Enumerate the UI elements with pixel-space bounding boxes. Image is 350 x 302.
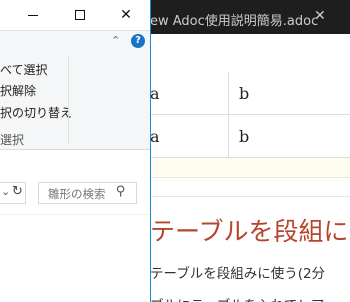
section-paragraph: テーブルを段組みに使う(2分: [150, 266, 326, 282]
search-placeholder: 雛形の検索: [48, 187, 106, 201]
ribbon-separator: [68, 56, 69, 144]
select-all-button[interactable]: べて選択: [0, 61, 48, 78]
table-column-divider: [228, 115, 229, 158]
chevron-down-icon[interactable]: ⌄: [1, 185, 10, 198]
section-heading: テーブルを段組に: [150, 217, 349, 246]
minimize-button[interactable]: [10, 0, 56, 30]
table-cell: b: [239, 84, 250, 103]
explorer-window: ✕ ⌃ ? べて選択 択解除 択の切り替え 選択 ⌄ ↻ 雛形の検索 ⚲: [0, 0, 151, 302]
explorer-title-bar: ✕: [0, 0, 150, 30]
maximize-icon: [75, 10, 85, 20]
refresh-icon[interactable]: ↻: [12, 184, 23, 199]
address-bar-area: [0, 151, 150, 302]
search-icon[interactable]: ⚲: [116, 184, 126, 199]
table-column-divider: [228, 72, 229, 115]
table-cell: b: [239, 127, 250, 146]
table-cell: a: [150, 84, 160, 103]
close-button[interactable]: ✕: [103, 0, 149, 30]
editor-tab-title[interactable]: ew Adoc使用説明簡易.adoc: [150, 10, 318, 29]
ribbon-collapse-chevron-icon[interactable]: ⌃: [111, 34, 120, 47]
section-paragraph: ブルにテーブルを入れてレア: [150, 294, 324, 302]
table-cell: a: [150, 127, 160, 146]
section-divider: [150, 196, 350, 197]
divider: [0, 214, 150, 215]
minimize-icon: [28, 14, 38, 16]
select-none-button[interactable]: 択解除: [0, 82, 36, 99]
ribbon-group-label: 選択: [0, 133, 25, 147]
invert-selection-button[interactable]: 択の切り替え: [0, 104, 72, 121]
editor-tab-close-icon[interactable]: ✕: [314, 9, 326, 23]
help-icon[interactable]: ?: [131, 34, 145, 48]
maximize-button[interactable]: [57, 0, 103, 30]
